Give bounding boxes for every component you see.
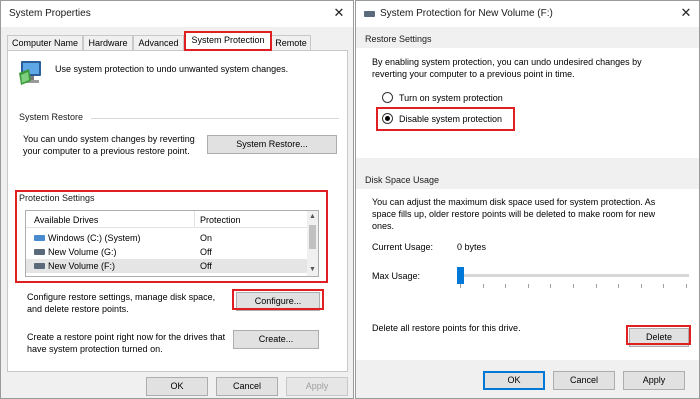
ok-button[interactable]: OK (146, 377, 208, 396)
slider-track (457, 274, 689, 277)
slider-tick (686, 284, 687, 288)
restore-settings-desc: By enabling system protection, you can u… (372, 57, 642, 67)
slider-tick (505, 284, 507, 288)
tab-remote[interactable]: Remote (271, 35, 311, 50)
ok-button[interactable]: OK (483, 371, 545, 390)
tab-label: Remote (275, 38, 307, 48)
title-bar[interactable]: System Properties ✕ (1, 1, 353, 27)
restore-settings-desc: reverting your computer to a previous po… (372, 69, 575, 79)
turn-on-protection-option[interactable]: Turn on system protection (382, 91, 542, 105)
disable-highlight (376, 107, 515, 131)
slider-thumb[interactable] (457, 267, 464, 284)
system-restore-button[interactable]: System Restore... (207, 135, 337, 154)
button-label: OK (170, 381, 184, 391)
drive-icon (364, 11, 375, 17)
configure-highlight (232, 289, 324, 310)
turn-on-label: Turn on system protection (399, 93, 503, 103)
slider-tick (595, 284, 597, 288)
delete-highlight (626, 325, 691, 345)
slider-tick (482, 284, 484, 288)
system-restore-text: You can undo system changes by reverting (23, 134, 195, 144)
slider-tick (640, 284, 642, 288)
button-label: Create... (258, 334, 294, 344)
max-usage-label: Max Usage: (372, 271, 421, 281)
restore-settings-heading: Restore Settings (365, 34, 432, 44)
tab-hardware[interactable]: Hardware (83, 35, 133, 50)
apply-button[interactable]: Apply (286, 377, 348, 396)
slider-tick (573, 284, 574, 288)
slider-ticks (457, 284, 689, 288)
window-title: System Properties (9, 8, 91, 19)
slider-tick (663, 284, 665, 288)
create-button[interactable]: Create... (233, 330, 319, 349)
intro-text: Use system protection to undo unwanted s… (55, 64, 289, 74)
disk-space-desc: ones. (372, 221, 395, 231)
button-label: System Restore... (236, 139, 308, 149)
window-title: System Protection for New Volume (F:) (380, 8, 553, 19)
tab-label: Advanced (138, 38, 179, 48)
cancel-button[interactable]: Cancel (553, 371, 615, 390)
delete-text: Delete all restore points for this drive… (372, 323, 521, 333)
slider-tick (527, 284, 529, 288)
tab-label: Computer Name (11, 38, 79, 48)
system-restore-text: your computer to a previous restore poin… (23, 146, 190, 156)
slider-tick (618, 284, 620, 288)
create-text: Create a restore point right now for the… (27, 332, 226, 342)
divider (91, 118, 339, 119)
close-icon[interactable]: ✕ (331, 6, 347, 20)
system-protection-icon (17, 59, 45, 89)
system-properties-window: System Properties ✕ Computer Name Hardwa… (0, 0, 354, 399)
button-label: Apply (642, 375, 666, 385)
current-usage-value: 0 bytes (457, 242, 487, 252)
protection-settings-highlight (15, 190, 328, 283)
button-label: Apply (305, 381, 329, 391)
tab-highlight (184, 31, 272, 51)
turn-on-radio[interactable] (382, 92, 393, 103)
slider-tick (460, 284, 461, 288)
tab-computer-name[interactable]: Computer Name (7, 35, 83, 50)
current-usage-label: Current Usage: (372, 242, 434, 252)
tab-advanced[interactable]: Advanced (133, 35, 184, 50)
button-label: Cancel (232, 381, 261, 391)
apply-button[interactable]: Apply (623, 371, 685, 390)
disk-space-desc: You can adjust the maximum disk space us… (372, 197, 656, 207)
button-label: OK (507, 375, 521, 385)
title-bar[interactable]: System Protection for New Volume (F:) ✕ (356, 1, 699, 27)
configure-text: and delete restore points. (27, 304, 129, 314)
system-restore-heading: System Restore (19, 112, 84, 122)
disk-space-heading: Disk Space Usage (365, 175, 440, 185)
system-protection-dialog: System Protection for New Volume (F:) ✕ … (355, 0, 700, 399)
create-text: have system protection turned on. (27, 344, 163, 354)
disk-space-desc: space fills up, older restore points wil… (372, 209, 656, 219)
close-icon[interactable]: ✕ (678, 6, 694, 20)
button-label: Cancel (569, 375, 598, 385)
max-usage-slider[interactable] (457, 267, 689, 289)
configure-text: Configure restore settings, manage disk … (27, 292, 216, 302)
slider-tick (550, 284, 552, 288)
tab-label: Hardware (88, 38, 128, 48)
cancel-button[interactable]: Cancel (216, 377, 278, 396)
